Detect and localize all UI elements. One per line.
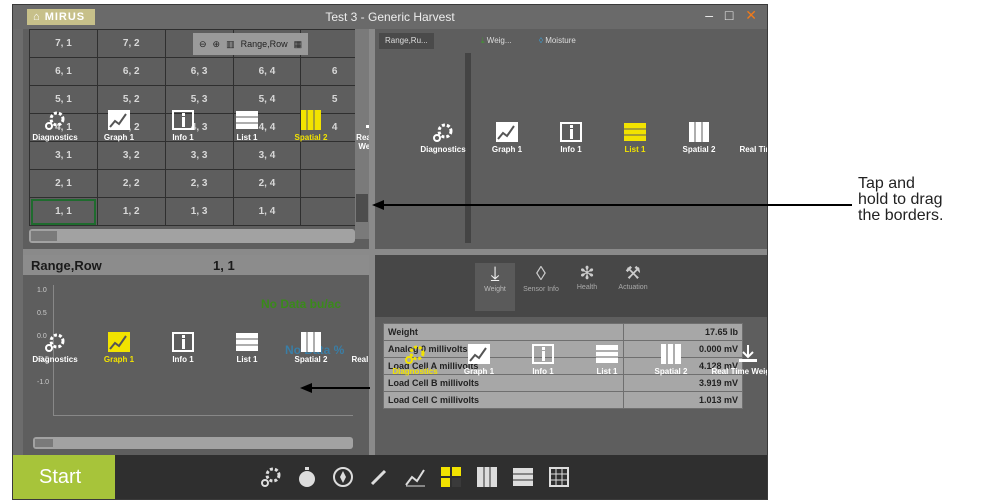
arrowhead-bottom [300, 383, 312, 393]
drag-hint-annotation: Tap and hold to drag the borders. [858, 175, 944, 224]
annotation-arrows [300, 200, 852, 393]
arrowhead-top [372, 200, 384, 210]
